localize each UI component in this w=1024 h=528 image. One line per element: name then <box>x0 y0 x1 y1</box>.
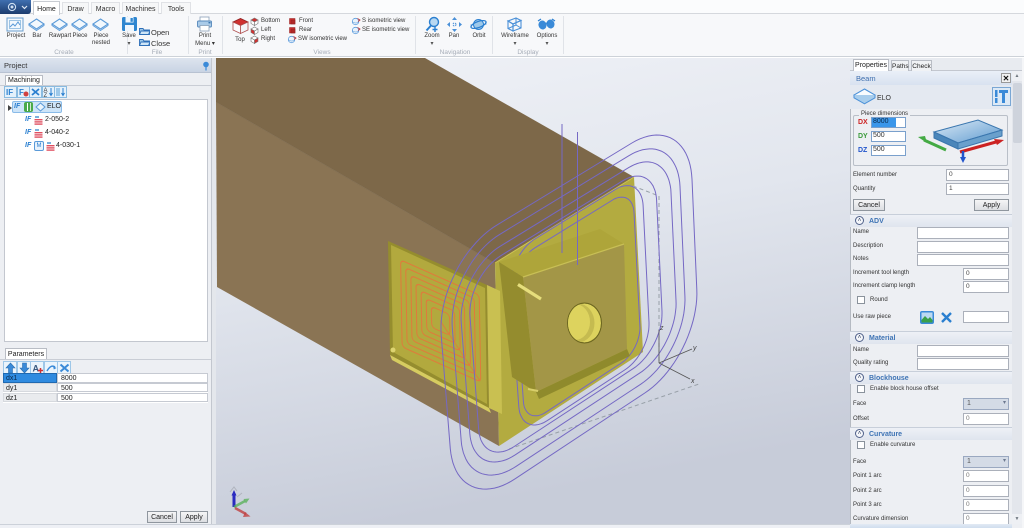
svg-text:z: z <box>659 325 664 332</box>
svg-text:Z: Z <box>43 93 47 98</box>
svg-text:IF: IF <box>6 88 13 97</box>
svg-text:F: F <box>19 88 24 97</box>
svg-text:y: y <box>692 345 697 352</box>
svg-text:A: A <box>33 364 40 374</box>
svg-text:x: x <box>690 378 695 385</box>
